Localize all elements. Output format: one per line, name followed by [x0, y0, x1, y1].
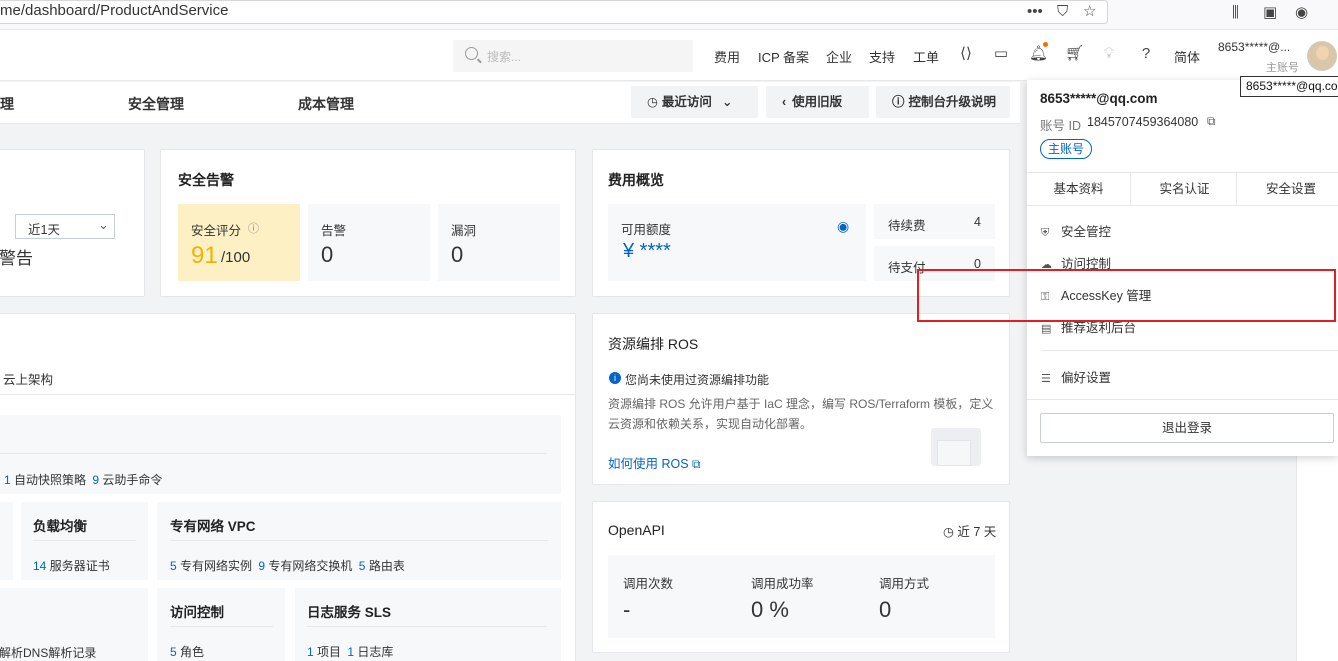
- old-version-button[interactable]: ‹ 使用旧版: [766, 86, 869, 118]
- card-title: 安全告警: [178, 172, 234, 188]
- language-switch[interactable]: 简体: [1174, 47, 1200, 66]
- help-icon[interactable]: ⓘ: [248, 220, 259, 236]
- card-title: OpenAPI: [608, 522, 665, 538]
- info-icon: i: [609, 372, 621, 384]
- slb-tile[interactable]: 负载均衡 14 服务器证书: [21, 502, 148, 580]
- products-card: 云上架构 1 自动快照策略 9 云助手命令 负载均衡 14 服务器证书 专有网络…: [0, 313, 576, 661]
- divider: [0, 394, 575, 395]
- shield-icon: ⛨: [1041, 227, 1050, 239]
- tab-real-name[interactable]: 实名认证: [1133, 173, 1237, 205]
- credit-tile[interactable]: 可用额度 ◉ ¥ ****: [608, 204, 866, 281]
- upgrade-note-button[interactable]: ⓘ 控制台升级说明: [876, 86, 1010, 118]
- avatar[interactable]: [1307, 41, 1337, 71]
- gift-icon: ▤: [1041, 323, 1052, 335]
- account-tooltip: 8653*****@qq.com: [1240, 76, 1338, 97]
- left-card: 近1天 ⌄ 警告: [0, 149, 145, 297]
- renewal-tile[interactable]: 待续费 4: [874, 204, 995, 239]
- info-icon: ⓘ: [892, 95, 905, 109]
- primary-account-badge: 主账号: [1040, 139, 1093, 159]
- time-range-select[interactable]: 近1天 ⌄: [15, 214, 115, 239]
- chevron-down-icon: ⌄: [721, 95, 733, 109]
- highlight-box: [917, 269, 1336, 322]
- sls-tile[interactable]: 日志服务 SLS 1 项目 1 日志库: [295, 588, 561, 661]
- chevron-down-icon: ⌄: [98, 217, 109, 232]
- how-to-use-ros-link[interactable]: 如何使用 ROS ⧉: [608, 453, 701, 472]
- account-role: 主账号: [1266, 62, 1299, 74]
- clock-icon: ◷: [943, 525, 954, 539]
- copy-icon[interactable]: ⧉: [1207, 114, 1216, 129]
- more-icon[interactable]: •••: [1027, 2, 1043, 22]
- dns-tile[interactable]: 解析DNS解析记录: [0, 588, 148, 661]
- sidebar-icon[interactable]: ▣: [1263, 3, 1277, 23]
- search-box[interactable]: 搜索...: [453, 40, 693, 72]
- credit-amount: ¥ ****: [623, 240, 671, 262]
- card-title: 费用概览: [608, 172, 664, 188]
- card-title: 资源编排 ROS: [608, 336, 699, 352]
- url-field[interactable]: me/dashboard/ProductAndService ••• ⛉ ☆: [0, 0, 1108, 24]
- tab-basic-info[interactable]: 基本资料: [1027, 173, 1131, 205]
- terminal-icon[interactable]: ▭: [992, 45, 1010, 63]
- ros-card: 资源编排 ROS i 您尚未使用过资源编排功能 资源编排 ROS 允许用户基于 …: [592, 313, 1010, 485]
- warning-text: 警告: [0, 249, 33, 268]
- ram-tile[interactable]: 访问控制 5 角色: [157, 588, 285, 661]
- star-icon[interactable]: ☆: [1083, 2, 1096, 22]
- account-name[interactable]: 8653*****@...: [1218, 40, 1290, 54]
- chevron-left-icon: ‹: [782, 95, 787, 109]
- external-link-icon: ⧉: [692, 457, 701, 471]
- security-score-tile[interactable]: 安全评分 ⓘ 91 /100: [178, 204, 300, 281]
- period-selector[interactable]: ◷ 近 7 天: [943, 521, 996, 540]
- nav-billing[interactable]: 费用: [714, 47, 740, 66]
- sliders-icon: ☰: [1041, 373, 1051, 385]
- logout-button[interactable]: 退出登录: [1040, 413, 1334, 443]
- recent-visits-button[interactable]: ◷ 最近访问 ⌄: [631, 86, 758, 118]
- tab-cost[interactable]: 成本管理: [298, 94, 354, 114]
- bulb-icon[interactable]: 💡︎: [1100, 45, 1118, 63]
- tab-manage[interactable]: 理: [0, 94, 14, 114]
- notification-dot: [1043, 42, 1048, 47]
- help-icon[interactable]: ?: [1137, 45, 1155, 63]
- url-text: me/dashboard/ProductAndService: [0, 2, 229, 19]
- pocket-icon[interactable]: ⛉: [1057, 2, 1068, 22]
- clock-icon: ◷: [647, 95, 658, 109]
- top-navigation: 搜索... 费用 ICP 备案 企业 支持 工单 ⟨⟩ ▭ 🔔︎ 🛒︎ 💡︎ ?…: [0, 30, 1338, 81]
- bell-icon[interactable]: 🔔︎: [1029, 45, 1048, 63]
- tab-security-settings[interactable]: 安全设置: [1239, 173, 1338, 205]
- security-score: 91: [191, 242, 218, 269]
- account-email: 8653*****@qq.com: [1040, 91, 1158, 106]
- search-input[interactable]: 搜索...: [487, 48, 521, 65]
- ecs-tile[interactable]: 1 自动快照策略 9 云助手命令: [0, 415, 561, 494]
- search-icon: [465, 47, 478, 60]
- tab-cloud-architecture[interactable]: 云上架构: [3, 369, 53, 388]
- account-icon[interactable]: ◉: [1295, 3, 1308, 23]
- code-icon[interactable]: ⟨⟩: [957, 45, 975, 63]
- nav-enterprise[interactable]: 企业: [826, 47, 852, 66]
- ros-illustration: [927, 422, 989, 470]
- tab-security[interactable]: 安全管理: [128, 94, 184, 114]
- openapi-stats: 调用次数 - 调用成功率 0 % 调用方式 0: [608, 555, 995, 638]
- vulnerability-tile[interactable]: 漏洞 0: [438, 204, 560, 281]
- cart-icon[interactable]: 🛒︎: [1065, 45, 1084, 63]
- nav-support[interactable]: 支持: [869, 47, 895, 66]
- alert-tile[interactable]: 告警 0: [308, 204, 430, 281]
- nav-ticket[interactable]: 工单: [913, 47, 939, 66]
- menu-preferences[interactable]: ☰ 偏好设置: [1041, 367, 1111, 386]
- browser-toolbar: me/dashboard/ProductAndService ••• ⛉ ☆ ⫼…: [0, 0, 1338, 30]
- library-icon[interactable]: ⫼: [1232, 3, 1239, 23]
- account-dropdown: 8653*****@qq.com 账号 ID 1845707459364080 …: [1027, 80, 1338, 456]
- menu-security-control[interactable]: ⛨ 安全管控: [1041, 221, 1111, 240]
- vpc-tile[interactable]: 专有网络 VPC 5 专有网络实例 9 专有网络交换机 5 路由表: [157, 502, 561, 580]
- eye-icon[interactable]: ◉: [837, 218, 849, 235]
- sub-navigation: 理 安全管理 成本管理 ◷ 最近访问 ⌄ ‹ 使用旧版 ⓘ 控制台升级说明: [0, 82, 1020, 124]
- account-id: 1845707459364080: [1087, 115, 1199, 129]
- openapi-card: OpenAPI ◷ 近 7 天 调用次数 - 调用成功率 0 % 调用方式 0: [592, 501, 1010, 653]
- nav-icp[interactable]: ICP 备案: [758, 47, 809, 66]
- security-alert-card: 安全告警 安全评分 ⓘ 91 /100 告警 0 漏洞 0: [160, 149, 576, 297]
